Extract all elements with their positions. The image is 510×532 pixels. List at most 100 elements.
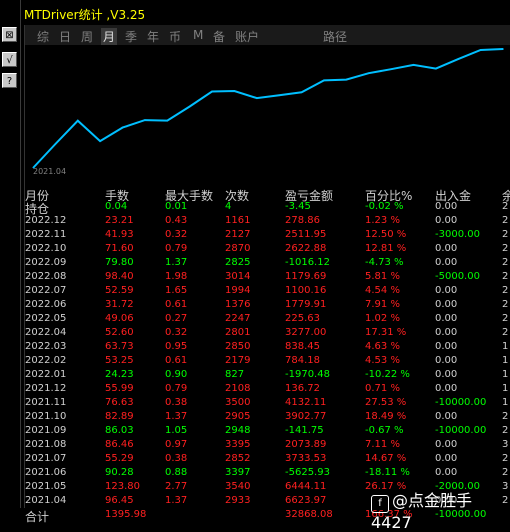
table-row: 2022.09 79.80 1.37 2825 -1016.12 -4.73 % 0.00 2 [25, 257, 510, 271]
select-icon: ⊠ [5, 30, 14, 41]
cell-rest: 2 [502, 201, 509, 212]
cell-lots: 96.45 [105, 495, 134, 506]
check-icon: √ [6, 55, 13, 66]
tab-overview[interactable]: 综 [37, 28, 49, 45]
cell-max-lots: 0.61 [165, 299, 188, 310]
cell-pl: 2073.89 [285, 439, 327, 450]
table-row: 2021.06 90.28 0.88 3397 -5625.93 -18.11 % 0.00… [25, 467, 510, 481]
cell-inout: 0.00 [435, 299, 458, 310]
cell-pl: 2622.88 [285, 243, 327, 254]
cell-month: 2022.05 [25, 313, 67, 324]
cell-month: 2022.08 [25, 271, 67, 282]
tab-path[interactable]: 路径 [323, 28, 347, 45]
table-row: 2022.06 31.72 0.61 1376 1779.91 7.91 % 0.00 2 [25, 299, 510, 313]
cell-rest: 1 [502, 383, 509, 394]
cell-max-lots: 1.37 [165, 495, 188, 506]
select-button[interactable]: ⊠ [2, 27, 17, 42]
cell-count: 1376 [225, 299, 251, 310]
cell-pct: -18.11 % [365, 467, 410, 478]
equity-point [233, 90, 236, 92]
cell-month: 2022.04 [25, 327, 67, 338]
table-row: 2021.11 76.63 0.38 3500 4132.11 27.53 % -10000… [25, 397, 510, 411]
cell-count: 2801 [225, 327, 251, 338]
equity-chart [31, 45, 510, 180]
table-row: 2022.08 98.40 1.98 3014 1179.69 5.81 % -5000.0… [25, 271, 510, 285]
cell-month: 2022.02 [25, 355, 67, 366]
cell-count: 3540 [225, 481, 251, 492]
chart-start-label: 2021.04 [33, 167, 67, 176]
cell-inout: 0.00 [435, 215, 458, 226]
tab-year[interactable]: 年 [147, 28, 159, 45]
cell-rest: 2 [502, 327, 509, 338]
cell-count: 2852 [225, 453, 251, 464]
table-row: 2021.07 55.29 0.38 2852 3733.53 14.67 % 0.00 2 [25, 453, 510, 467]
equity-point [345, 78, 348, 81]
check-button[interactable]: √ [2, 52, 17, 67]
cell-pl: -1016.12 [285, 257, 330, 268]
table-row: 2022.07 52.59 1.65 1994 1100.16 4.54 % 0.00 2 [25, 285, 510, 299]
cell-rest: 1 [502, 369, 509, 380]
cell-inout: -10000.00 [435, 397, 487, 408]
cell-rest: 2 [502, 467, 509, 478]
equity-line [32, 48, 504, 169]
equity-point [457, 58, 460, 60]
cell-pct: 5.81 % [365, 271, 400, 282]
cell-inout: 0.00 [435, 341, 458, 352]
cell-max-lots: 0.61 [165, 355, 188, 366]
cell-pct: 0.71 % [365, 383, 400, 394]
cell-rest: 2 [502, 271, 509, 282]
cell-inout: 0.00 [435, 355, 458, 366]
cell-max-lots: 1.37 [165, 411, 188, 422]
cell-rest: 2 [502, 215, 509, 226]
tab-month[interactable]: 月 [101, 28, 118, 45]
tab-week[interactable]: 周 [81, 28, 93, 45]
table-row: 2022.05 49.06 0.27 2247 225.63 1.02 % 0.00 2 [25, 313, 510, 327]
cell-month: 2021.09 [25, 425, 67, 436]
tab-day[interactable]: 日 [59, 28, 71, 45]
cell-rest: 2 [502, 313, 509, 324]
cell-pct: 12.81 % [365, 243, 407, 254]
cell-max-lots: 0.38 [165, 397, 188, 408]
cell-month: 2022.10 [25, 243, 67, 254]
tab-m[interactable]: M [193, 28, 203, 42]
tab-account[interactable]: 账户 [235, 28, 259, 45]
equity-point [323, 79, 325, 82]
table-row: 2022.10 71.60 0.79 2870 2622.88 12.81 % 0.00 2 [25, 243, 510, 257]
equity-chart-svg [32, 48, 504, 169]
cell-pct: 17.31 % [365, 327, 407, 338]
cell-month: 2022.01 [25, 369, 67, 380]
cell-month: 2021.11 [25, 397, 67, 408]
table-row: 2021.09 86.03 1.05 2948 -141.75 -0.67 % -10000… [25, 425, 510, 439]
cell-lots: 82.89 [105, 411, 134, 422]
cell-pct: 1.23 % [365, 215, 400, 226]
cell-max-lots: 0.79 [165, 243, 188, 254]
cell-pct: -10.22 % [365, 369, 410, 380]
cell-pl: 1779.91 [285, 299, 327, 310]
table-row: 2021.10 82.89 1.37 2905 3902.77 18.49 % 0.00 2 [25, 411, 510, 425]
cell-count: 2933 [225, 495, 251, 506]
cell-pct: 4.63 % [365, 341, 400, 352]
cell-inout: 0.00 [435, 257, 458, 268]
cell-month: 2021.07 [25, 453, 67, 464]
cell-lots: 53.25 [105, 355, 134, 366]
equity-point [188, 105, 191, 108]
equity-point [412, 64, 415, 66]
help-button[interactable]: ? [2, 73, 17, 88]
cell-inout: 0.00 [435, 411, 458, 422]
cell-month: 2021.06 [25, 467, 67, 478]
cell-count: 2127 [225, 229, 251, 240]
cell-lots: 55.29 [105, 453, 134, 464]
table-row: 2021.12 55.99 0.79 2108 136.72 0.71 % 0.00 1 [25, 383, 510, 397]
cell-pl: 1100.16 [285, 285, 327, 296]
cell-rest: 1 [502, 355, 509, 366]
cell-inout: 0.00 [435, 285, 458, 296]
cell-pl: 2511.95 [285, 229, 327, 240]
tab-note[interactable]: 备 [213, 28, 225, 45]
cell-pl: 6444.11 [285, 481, 327, 492]
cell-pct: 18.49 % [365, 411, 407, 422]
equity-point [54, 143, 57, 145]
tab-currency[interactable]: 币 [169, 28, 181, 45]
cell-inout: 0.00 [435, 369, 458, 380]
tab-quarter[interactable]: 季 [125, 28, 137, 45]
cell-pl: 3277.00 [285, 327, 327, 338]
